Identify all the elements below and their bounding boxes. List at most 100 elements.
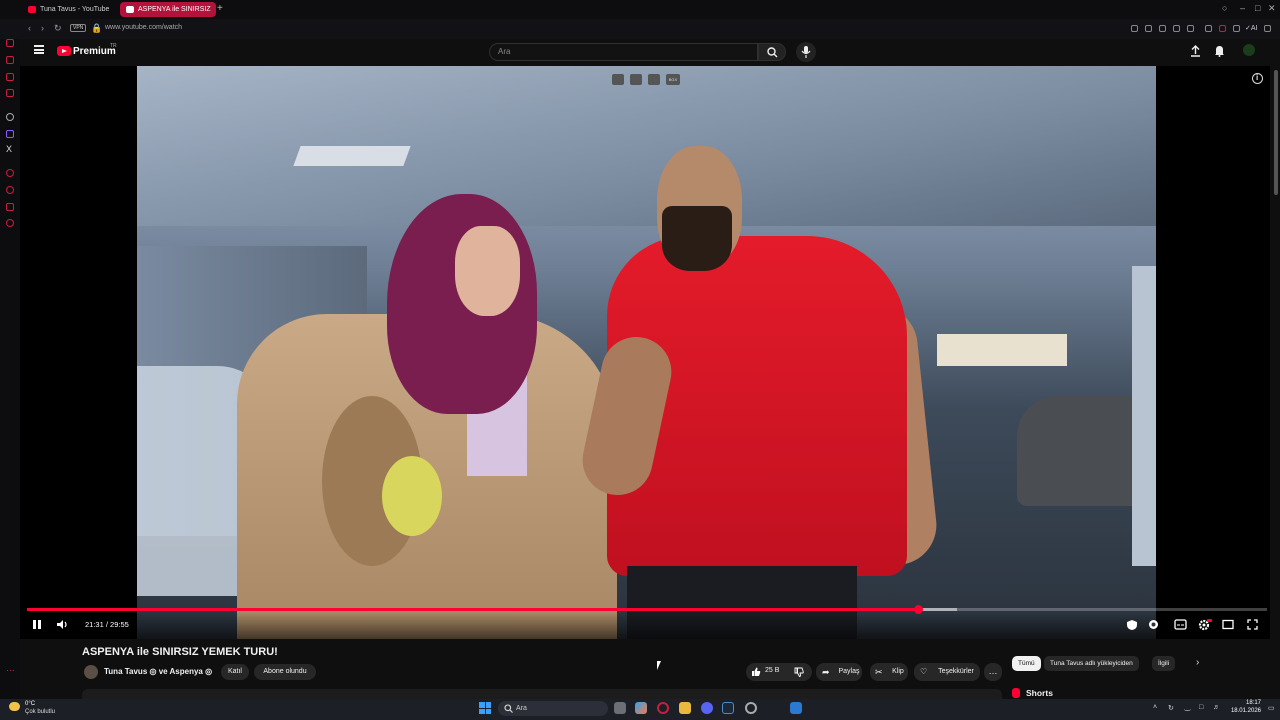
mic-icon <box>801 46 811 58</box>
next-frame-icon[interactable] <box>648 74 660 85</box>
pause-icon[interactable] <box>32 619 42 630</box>
ai-button[interactable]: ✓AI <box>1245 24 1257 32</box>
opera-gx-icon[interactable] <box>657 702 669 714</box>
voice-search-button[interactable] <box>796 42 816 62</box>
clock-time[interactable]: 18:17 <box>1239 700 1261 706</box>
new-tab-button[interactable]: + <box>217 2 223 16</box>
extension-icon[interactable] <box>1131 25 1138 32</box>
download-icon[interactable] <box>1233 25 1240 32</box>
chevron-right-icon[interactable]: › <box>1196 657 1199 668</box>
sidebar-arrow-icon[interactable] <box>6 39 14 47</box>
theater-mode-icon[interactable] <box>1222 619 1234 630</box>
reload-icon[interactable]: ↻ <box>54 23 62 34</box>
sidebar-message-icon[interactable] <box>6 56 14 64</box>
avatar[interactable] <box>1243 44 1255 56</box>
taskbar-search-input[interactable]: Ara <box>498 701 608 716</box>
tray-refresh-icon[interactable]: ↻ <box>1168 704 1174 712</box>
pin-icon[interactable] <box>1159 25 1166 32</box>
autoplay-toggle-icon[interactable] <box>1148 619 1159 630</box>
weather-temp[interactable]: 0°C <box>25 701 35 707</box>
discord-icon[interactable] <box>701 702 713 714</box>
like-count[interactable]: 25 B <box>765 667 779 674</box>
progress-bar[interactable] <box>27 605 1267 614</box>
channel-name[interactable]: Tuna Tavus ◎ ve Aspenya ◎ <box>104 667 212 676</box>
captions-icon[interactable] <box>1174 619 1187 630</box>
sidebar-cube-icon[interactable] <box>6 203 14 211</box>
file-explorer-icon[interactable] <box>679 702 691 714</box>
search-tabs-icon[interactable]: ○ <box>1222 3 1227 13</box>
chip-related[interactable]: İlgili <box>1152 656 1176 671</box>
forward-icon[interactable]: › <box>41 23 44 33</box>
menu-icon[interactable] <box>1264 25 1271 32</box>
overlay-badge[interactable]: BGX <box>666 74 680 85</box>
copilot-icon[interactable] <box>635 702 647 714</box>
speaker-icon <box>126 6 134 13</box>
pip-icon[interactable] <box>612 74 624 85</box>
minimize-icon[interactable]: – <box>1240 3 1245 13</box>
upload-icon[interactable] <box>1190 45 1201 57</box>
sidebar-clock-icon[interactable] <box>6 186 14 194</box>
twitch-icon[interactable] <box>6 130 14 138</box>
vpn-badge[interactable]: VPN <box>70 24 87 32</box>
shield-icon[interactable] <box>1126 619 1138 631</box>
volume-icon[interactable] <box>56 619 70 630</box>
sidebar-more-icon[interactable]: ⋯ <box>6 665 15 676</box>
url-field[interactable]: www.youtube.com/watch <box>105 24 182 31</box>
more-actions-button[interactable]: … <box>984 663 1002 681</box>
fullscreen-icon[interactable] <box>1247 619 1258 630</box>
share-button[interactable]: ➦ Paylaş <box>816 663 862 681</box>
gear-icon[interactable] <box>1198 619 1212 631</box>
search-button[interactable] <box>758 43 786 61</box>
share-icon: ➦ <box>822 667 830 677</box>
thanks-button[interactable]: ♡ Teşekkürler <box>914 663 980 681</box>
thumbs-up-icon[interactable] <box>751 667 761 677</box>
chatgpt-icon[interactable] <box>6 113 14 121</box>
app-icon[interactable] <box>745 702 757 714</box>
back-icon[interactable]: ‹ <box>28 23 31 33</box>
scrollbar-thumb[interactable] <box>1274 70 1278 195</box>
weather-desc[interactable]: Çok bulutlu <box>25 709 55 715</box>
steam-icon[interactable] <box>722 702 734 714</box>
youtube-logo-icon[interactable] <box>57 46 71 56</box>
video-frame[interactable] <box>137 66 1156 639</box>
chip-all[interactable]: Tümü <box>1012 656 1041 671</box>
task-view-icon[interactable] <box>614 702 626 714</box>
sidebar-history-icon[interactable] <box>6 169 14 177</box>
maximize-icon[interactable]: □ <box>1255 3 1260 13</box>
tray-network-icon[interactable]: □ <box>1199 704 1203 711</box>
tab-youtube-channel[interactable]: Tuna Tavus - YouTube <box>22 2 118 17</box>
clip-button[interactable]: ✂ Klip <box>870 663 908 681</box>
sidebar-youtube-icon[interactable] <box>6 73 14 81</box>
notification-icon[interactable]: ▭ <box>1268 704 1275 712</box>
player-icon[interactable] <box>1173 25 1180 32</box>
profile-icon[interactable] <box>1219 25 1226 32</box>
description-box[interactable] <box>82 689 1002 699</box>
heart-icon[interactable] <box>1187 25 1194 32</box>
info-icon[interactable] <box>1252 73 1263 84</box>
subscribed-button[interactable]: Abone olundu <box>254 664 316 680</box>
clock-date[interactable]: 18.01.2026 <box>1226 708 1261 714</box>
progress-scrubber[interactable] <box>914 605 924 614</box>
tray-volume-icon[interactable]: ♬ <box>1213 704 1220 711</box>
bell-icon[interactable] <box>1214 45 1225 57</box>
tray-usb-icon[interactable]: ⏝ <box>1184 704 1191 712</box>
channel-avatar[interactable] <box>84 665 98 679</box>
tray-chevron-icon[interactable]: ˄ <box>1153 704 1157 711</box>
tab-current-video[interactable]: ASPENYA ile SINIRSIZ <box>120 2 216 17</box>
sidebar-settings-icon[interactable] <box>6 219 14 227</box>
chip-from-uploader[interactable]: Tuna Tavus adlı yükleyiciden <box>1044 656 1139 671</box>
search-input[interactable]: Ara <box>489 43 758 61</box>
sidebar-book-icon[interactable] <box>6 89 14 97</box>
x-icon[interactable]: X <box>6 144 12 154</box>
vpn-app-icon[interactable] <box>790 702 802 714</box>
weather-cloud-icon[interactable] <box>9 702 20 711</box>
detach-icon[interactable] <box>630 74 642 85</box>
extensions-icon[interactable] <box>1205 25 1212 32</box>
video-player[interactable] <box>20 66 1270 639</box>
menu-icon[interactable] <box>34 45 44 54</box>
windows-start-icon[interactable] <box>479 702 491 714</box>
close-window-icon[interactable]: ✕ <box>1268 3 1276 14</box>
thumbs-down-icon[interactable] <box>794 667 804 677</box>
join-button[interactable]: Katıl <box>221 664 249 680</box>
camera-icon[interactable] <box>1145 25 1152 32</box>
